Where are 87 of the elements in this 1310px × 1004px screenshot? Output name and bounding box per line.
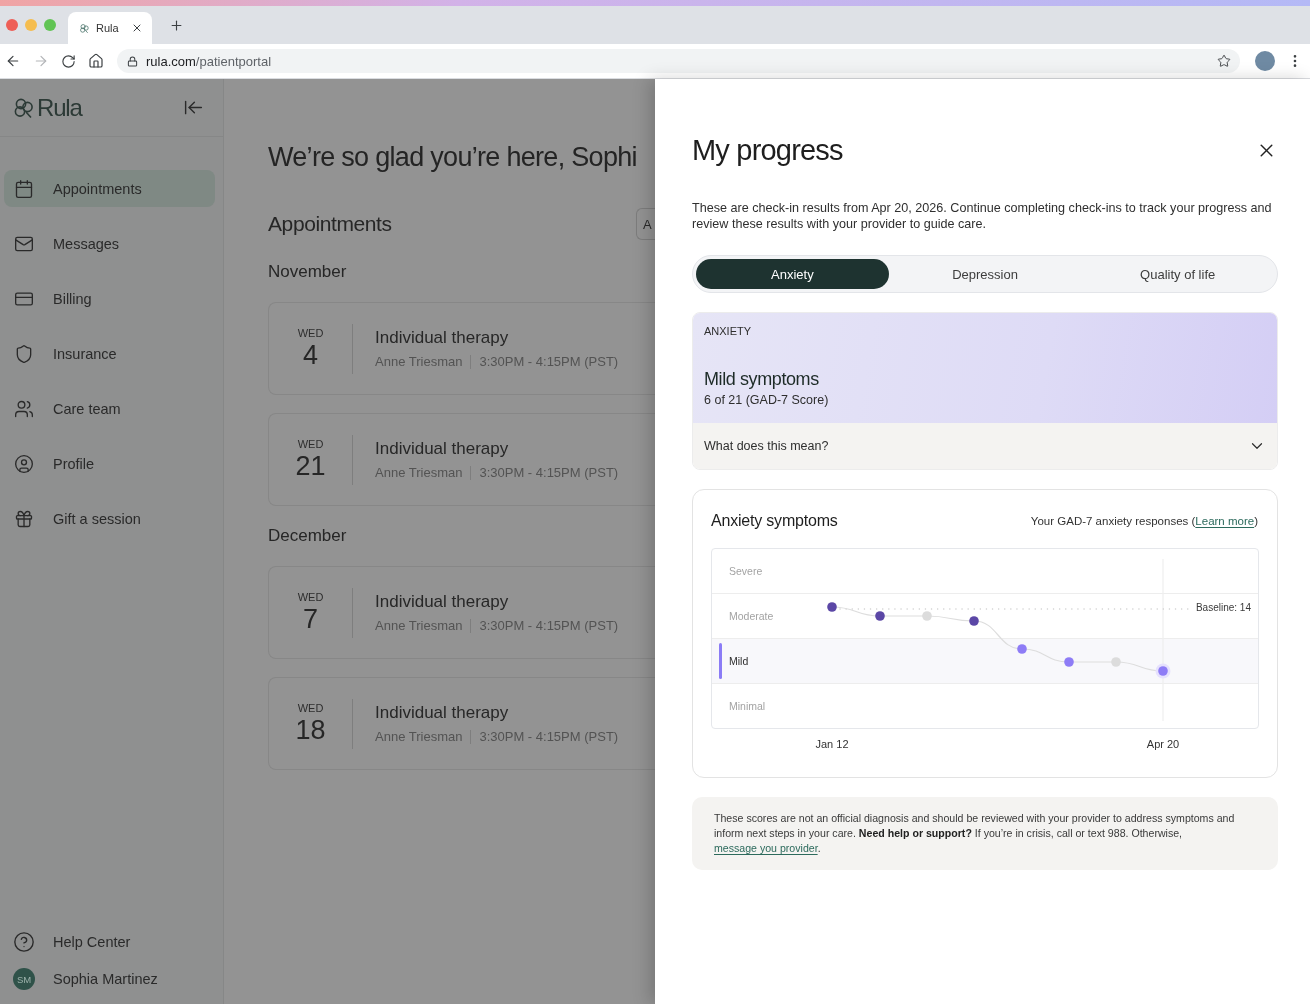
- calendar-icon: [14, 178, 34, 199]
- appointment-time: 3:30PM - 4:15PM (PST): [479, 729, 619, 744]
- section-heading: Appointments: [268, 212, 392, 236]
- appointment-time: 3:30PM - 4:15PM (PST): [479, 354, 619, 369]
- brand-name: Rula: [37, 93, 82, 122]
- address-field[interactable]: rula.com/patientportal: [117, 49, 1240, 73]
- chart-subtitle: Your GAD-7 anxiety responses (Learn more): [1030, 515, 1258, 527]
- close-tab-icon[interactable]: [131, 22, 143, 34]
- nav-item[interactable]: Profile: [4, 445, 215, 482]
- appointment-time: 3:30PM - 4:15PM (PST): [479, 465, 619, 480]
- browser-tab[interactable]: Rula: [68, 12, 152, 44]
- bookmark-star-icon[interactable]: [1217, 54, 1231, 68]
- user-circle-icon: [14, 453, 34, 474]
- provider-name: Anne Triesman: [375, 729, 463, 744]
- day-number: 4: [303, 340, 318, 370]
- appointment-card[interactable]: WED 4 Individual therapy Anne Triesman 3:30PM - 4:15PM (PST): [268, 302, 655, 395]
- band-label: Minimal: [729, 700, 766, 712]
- appointment-title: Individual therapy: [375, 439, 510, 459]
- window-close-icon[interactable]: [6, 19, 18, 31]
- weekday-label: WED: [297, 702, 324, 715]
- date-axis-label: Jan 12: [815, 738, 849, 750]
- category-tab[interactable]: Quality of life: [1081, 259, 1274, 289]
- user-avatar: SM: [13, 968, 35, 990]
- severity-title: Mild symptoms: [704, 368, 820, 390]
- provider-name: Anne Triesman: [375, 354, 463, 369]
- help-icon: [13, 931, 35, 953]
- category-label: ANXIETY: [704, 325, 753, 338]
- data-point: [827, 602, 837, 612]
- people-icon: [14, 398, 34, 419]
- reload-icon[interactable]: [61, 53, 76, 69]
- appointment-card[interactable]: WED 7 Individual therapy Anne Triesman 3:30PM - 4:15PM (PST): [268, 566, 655, 659]
- provider-name: Anne Triesman: [375, 465, 463, 480]
- nav-item[interactable]: Insurance: [4, 335, 215, 372]
- url-text: rula.com/patientportal: [146, 53, 272, 69]
- band-label: Severe: [729, 565, 763, 577]
- nav-item[interactable]: Care team: [4, 390, 215, 427]
- month-heading: December: [268, 526, 348, 546]
- appointment-title: Individual therapy: [375, 592, 510, 612]
- day-number: 18: [295, 715, 326, 745]
- data-point: [1017, 644, 1027, 654]
- provider-name: Anne Triesman: [375, 618, 463, 633]
- band-label: Mild: [729, 655, 749, 667]
- day-number: 21: [295, 451, 326, 481]
- site-favicon-icon: [79, 22, 90, 34]
- disclaimer-text: These scores are not an official diagnosis and should be reviewed with your provider to address symptoms and inform next steps in your care. Need help or support? If you’re in crisis, call or text 988. Otherwise, message you provider.: [714, 811, 1236, 856]
- month-heading: November: [268, 262, 348, 282]
- score-text: 6 of 21 (GAD-7 Score): [704, 393, 830, 408]
- panel-title: My progress: [692, 133, 843, 167]
- data-point: [875, 611, 885, 621]
- message-provider-link[interactable]: message you provider: [714, 842, 818, 854]
- new-tab-icon[interactable]: [169, 17, 184, 33]
- nav-item[interactable]: Messages: [4, 225, 215, 262]
- data-point: [1111, 657, 1121, 667]
- home-icon[interactable]: [88, 53, 104, 69]
- data-point: [1155, 663, 1171, 679]
- data-point: [969, 616, 979, 626]
- appointment-title: Individual therapy: [375, 328, 510, 348]
- appointment-card[interactable]: WED 18 Individual therapy Anne Triesman 3:30PM - 4:15PM (PST): [268, 677, 655, 770]
- learn-more-link[interactable]: Learn more: [1195, 515, 1255, 527]
- help-center-link[interactable]: Help Center: [13, 926, 223, 958]
- appointment-time: 3:30PM - 4:15PM (PST): [479, 618, 619, 633]
- baseline-label: Baseline: 14: [1195, 602, 1251, 613]
- panel-description: These are check-in results from Apr 20, 2026. Continue completing check-ins to track your progress and review these results with your provider to guide care.: [692, 200, 1273, 232]
- nav-item[interactable]: Gift a session: [4, 500, 215, 537]
- data-point: [1064, 657, 1074, 667]
- shield-icon: [14, 343, 34, 364]
- weekday-label: WED: [297, 327, 324, 340]
- nav-item[interactable]: Appointments: [4, 170, 215, 207]
- explainer-toggle[interactable]: What does this mean?: [693, 423, 1277, 469]
- account-menu-item[interactable]: SM Sophia Martinez: [13, 963, 223, 995]
- greeting-heading: We’re so glad you’re here, Sophi: [268, 141, 638, 173]
- weekday-label: WED: [297, 438, 324, 451]
- nav-item[interactable]: Billing: [4, 280, 215, 317]
- category-tab[interactable]: Depression: [888, 259, 1082, 289]
- data-point: [922, 611, 932, 621]
- lock-icon: [127, 55, 138, 67]
- date-axis-label: Apr 20: [1146, 738, 1180, 750]
- band-label: Moderate: [729, 610, 774, 622]
- weekday-label: WED: [297, 591, 324, 604]
- gift-icon: [14, 508, 34, 529]
- profile-avatar-icon[interactable]: [1255, 51, 1275, 71]
- day-number: 7: [303, 604, 318, 634]
- appointment-card[interactable]: WED 21 Individual therapy Anne Triesman 3:30PM - 4:15PM (PST): [268, 413, 655, 506]
- current-band-marker: [719, 643, 722, 679]
- chart-title: Anxiety symptoms: [711, 512, 838, 530]
- appointment-title: Individual therapy: [375, 703, 510, 723]
- category-tab[interactable]: Anxiety: [696, 259, 889, 289]
